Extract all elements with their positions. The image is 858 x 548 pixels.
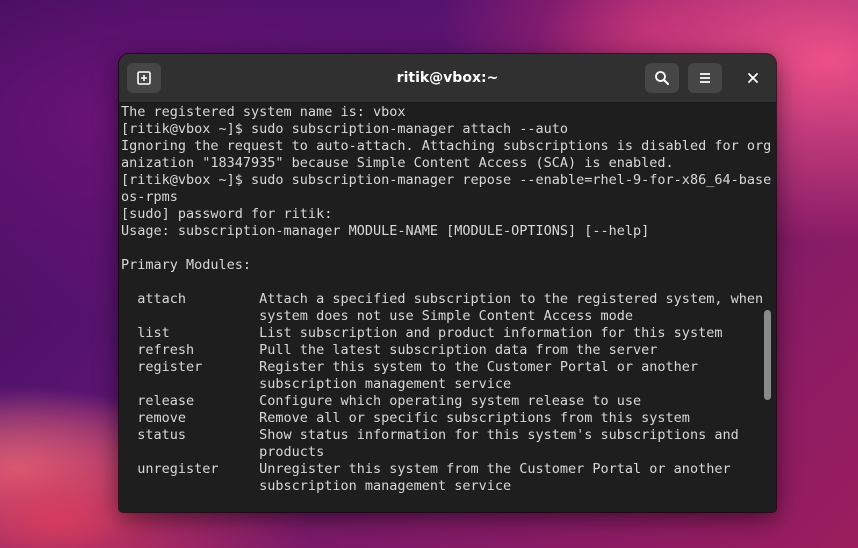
terminal-line: remove Remove all or specific subscripti… — [121, 410, 690, 426]
terminal-line: anization "18347935" because Simple Cont… — [121, 155, 674, 171]
terminal-line: [ritik@vbox ~]$ sudo subscription-manage… — [121, 121, 569, 137]
search-button[interactable] — [645, 63, 679, 93]
terminal-line: release Configure which operating system… — [121, 393, 642, 409]
search-icon — [654, 70, 670, 86]
terminal-line: Usage: subscription-manager MODULE-NAME … — [121, 223, 650, 239]
close-button[interactable] — [736, 63, 770, 93]
terminal-line: list List subscription and product infor… — [121, 325, 723, 341]
terminal-line: [ritik@vbox ~]$ sudo subscription-manage… — [121, 172, 772, 188]
terminal-scrollbar[interactable] — [764, 310, 771, 400]
terminal-output[interactable]: The registered system name is: vbox [rit… — [121, 103, 772, 509]
terminal-line: register Register this system to the Cus… — [121, 359, 699, 375]
terminal-line: The registered system name is: vbox — [121, 104, 406, 120]
terminal-line: Primary Modules: — [121, 257, 252, 273]
terminal-window: ritik@vbox:~ The registered system name … — [119, 54, 776, 512]
terminal-line: [sudo] password for ritik: — [121, 206, 333, 222]
terminal-line: system does not use Simple Content Acces… — [121, 308, 634, 324]
new-tab-icon — [136, 70, 152, 86]
hamburger-menu-icon — [698, 71, 712, 85]
terminal-line: refresh Pull the latest subscription dat… — [121, 342, 658, 358]
new-tab-button[interactable] — [127, 63, 161, 93]
terminal-line: os-rpms — [121, 189, 178, 205]
terminal-line: Ignoring the request to auto-attach. Att… — [121, 138, 772, 154]
headerbar: ritik@vbox:~ — [119, 54, 776, 103]
window-title: ritik@vbox:~ — [396, 70, 499, 86]
terminal-line: unregister Unregister this system from t… — [121, 461, 731, 477]
terminal-line: subscription management service — [121, 376, 512, 392]
terminal-line: status Show status information for this … — [121, 427, 739, 443]
terminal-line: subscription management service — [121, 478, 512, 494]
menu-button[interactable] — [688, 63, 722, 93]
close-icon — [747, 72, 759, 84]
terminal-line: products — [121, 444, 325, 460]
terminal-line: attach Attach a specified subscription t… — [121, 291, 764, 307]
